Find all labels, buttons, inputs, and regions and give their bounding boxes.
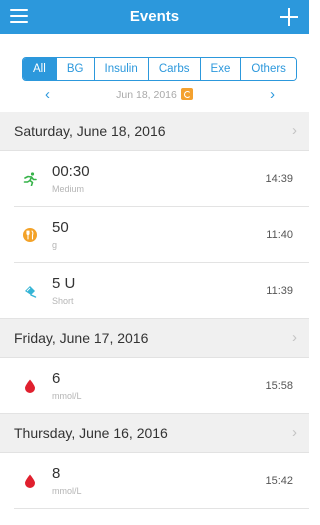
event-value: 6: [52, 370, 61, 387]
event-row-bg[interactable]: 8 mmol/L 15:42: [0, 453, 309, 509]
plus-icon[interactable]: [279, 6, 299, 28]
date-display: Jun 18, 2016: [0, 86, 309, 104]
event-value: 50: [52, 219, 69, 236]
event-subtext: Medium: [52, 184, 85, 194]
filter-insulin[interactable]: Insulin: [93, 58, 148, 80]
chevron-right-icon: ›: [292, 329, 297, 346]
chevron-right-icon: ›: [292, 122, 297, 139]
blood-drop-icon: [25, 474, 35, 488]
event-time: 11:39: [266, 285, 293, 297]
event-row-exercise[interactable]: 00:30 Medium 14:39: [0, 151, 309, 207]
day-header[interactable]: Saturday, June 18, 2016 ›: [0, 112, 309, 151]
event-value: 8: [52, 465, 61, 482]
event-value: 5 U: [52, 275, 76, 292]
page-title: Events: [129, 8, 180, 25]
event-time: 15:58: [265, 380, 293, 392]
event-row-carbs[interactable]: 50 g 11:40: [0, 207, 309, 263]
event-filter-segmented-control: All BG Insulin Carbs Exe Others: [22, 57, 297, 81]
day-title: Saturday, June 18, 2016: [14, 123, 166, 139]
navbar: Events: [0, 0, 309, 34]
blood-drop-icon: [25, 379, 35, 393]
day-title: Thursday, June 16, 2016: [14, 425, 168, 441]
chevron-right-icon: ›: [292, 424, 297, 441]
day-header[interactable]: Thursday, June 16, 2016 ›: [0, 414, 309, 453]
event-row-insulin[interactable]: 5 U Short 11:39: [0, 263, 309, 319]
date-navigator: ‹ Jun 18, 2016 ›: [0, 86, 309, 104]
event-value: 00:30: [52, 163, 90, 180]
filter-others[interactable]: Others: [240, 58, 296, 80]
next-date-button[interactable]: ›: [270, 86, 275, 104]
event-time: 14:39: [265, 173, 293, 185]
row-divider: [14, 508, 309, 509]
day-header[interactable]: Friday, June 17, 2016 ›: [0, 319, 309, 358]
filter-all[interactable]: All: [23, 58, 56, 80]
event-row-bg[interactable]: 6 mmol/L 15:58: [0, 358, 309, 414]
event-time: 11:40: [266, 229, 293, 241]
syringe-icon: [25, 286, 37, 298]
fork-knife-icon: [23, 228, 37, 242]
event-subtext: Short: [52, 296, 74, 306]
filter-bg[interactable]: BG: [55, 58, 94, 80]
calendar-icon[interactable]: [180, 88, 193, 100]
filter-carbs[interactable]: Carbs: [147, 58, 200, 80]
event-subtext: g: [52, 240, 58, 250]
running-person-icon: [23, 172, 37, 186]
current-date-label: Jun 18, 2016: [116, 89, 177, 101]
event-time: 15:42: [265, 475, 293, 487]
filter-exe[interactable]: Exe: [199, 58, 241, 80]
event-subtext: mmol/L: [52, 391, 82, 401]
day-title: Friday, June 17, 2016: [14, 330, 149, 346]
events-list: Saturday, June 18, 2016 › 00:30 Medium 1…: [0, 112, 309, 509]
event-subtext: mmol/L: [52, 486, 82, 496]
